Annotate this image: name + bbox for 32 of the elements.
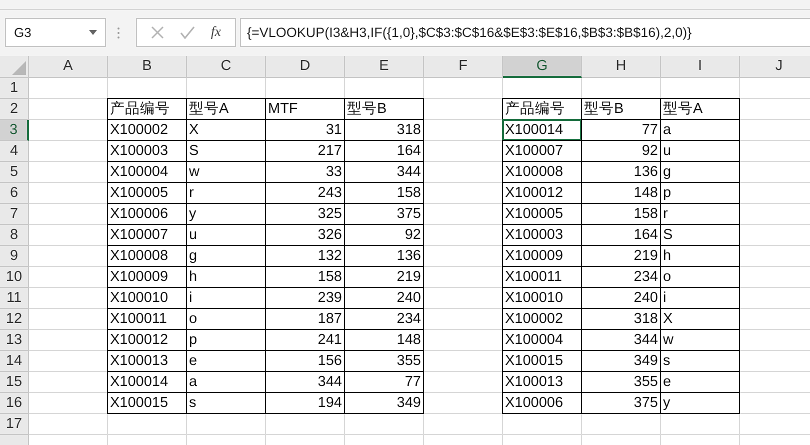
column-header[interactable]: E [345, 56, 424, 78]
check-icon[interactable] [180, 26, 195, 39]
formula-field[interactable]: {=VLOOKUP(I3&H3,IF({1,0},$C$3:$C$16&$E$3:$E$16,$B$3:$B$16),2,0)} [240, 18, 810, 47]
table-cell: 型号A [660, 98, 740, 120]
drag-handle-icon[interactable] [117, 26, 120, 38]
row-header[interactable]: 3 [0, 120, 29, 141]
column-header[interactable]: J [740, 56, 810, 78]
column-header[interactable]: H [582, 56, 661, 78]
column-header[interactable]: B [108, 56, 187, 78]
column-header[interactable]: F [424, 56, 503, 78]
table-cell: X100006 [502, 392, 582, 414]
table-cell: X100014 [502, 119, 582, 141]
insert-function-button[interactable]: fx [210, 24, 221, 40]
table-cell: X100007 [502, 140, 582, 162]
name-box[interactable]: G3 [5, 18, 106, 47]
column-header[interactable]: I [661, 56, 740, 78]
table-cell: 产品编号 [107, 98, 187, 120]
table-cell: 349 [344, 392, 424, 414]
cancel-icon[interactable] [150, 26, 164, 39]
table-cell: s [660, 350, 740, 372]
table-cell: 型号B [344, 98, 424, 120]
column-header[interactable]: C [187, 56, 266, 78]
table-cell: w [660, 329, 740, 351]
table-cell: X [660, 308, 740, 330]
dropdown-caret-icon [89, 30, 97, 35]
column-header[interactable]: A [29, 56, 108, 78]
table-cell: y [660, 392, 740, 414]
triangle-icon [12, 61, 26, 75]
column-header[interactable]: G [503, 56, 582, 78]
column-header[interactable]: D [266, 56, 345, 78]
table-cell: 产品编号 [502, 98, 582, 120]
table-cell: X100015 [107, 392, 187, 414]
